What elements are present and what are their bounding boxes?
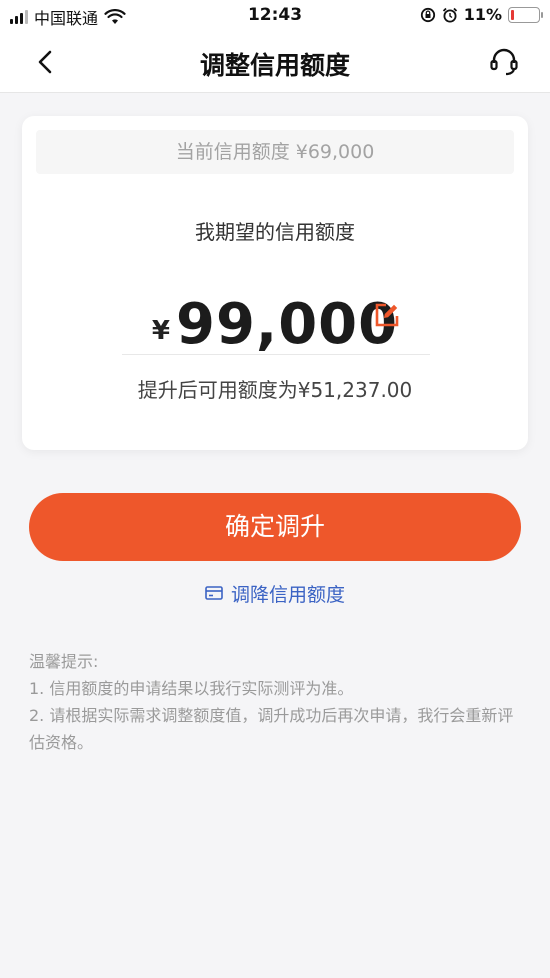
- currency-symbol: ¥: [151, 316, 170, 346]
- expected-amount[interactable]: 99,000: [176, 294, 398, 356]
- expected-limit-label: 我期望的信用额度: [195, 220, 355, 244]
- edit-icon[interactable]: [374, 302, 400, 328]
- screen: 中国联通 12:43 11% 调整信用额度 当前信用额度 ¥69,000 我期望…: [0, 0, 550, 978]
- current-limit: 当前信用额度 ¥69,000: [36, 130, 514, 174]
- credit-limit-card: 当前信用额度 ¥69,000 我期望的信用额度 ¥ 99,000 提升后可用额度…: [22, 116, 528, 450]
- tip-item: 2. 请根据实际需求调整额度值，调升成功后再次申请，我行会重新评估资格。: [29, 706, 514, 752]
- amount-underline: [122, 354, 430, 355]
- available-after-increase: 提升后可用额度为¥51,237.00: [137, 378, 413, 402]
- alarm-icon: [442, 7, 457, 22]
- amount-field[interactable]: ¥ 99,000: [22, 294, 528, 356]
- page-title: 调整信用额度: [199, 51, 350, 80]
- decrease-limit-link[interactable]: 调降信用额度: [0, 580, 550, 606]
- decrease-limit-label: 调降信用额度: [230, 583, 345, 606]
- tip-item: 1. 信用额度的申请结果以我行实际测评为准。: [29, 679, 354, 698]
- tips-section: 温馨提示: 1. 信用额度的申请结果以我行实际测评为准。 2. 请根据实际需求调…: [29, 648, 521, 756]
- confirm-increase-button[interactable]: 确定调升: [29, 493, 521, 561]
- card-icon: [205, 586, 223, 600]
- battery-icon: [508, 6, 543, 23]
- rotation-lock-icon: [420, 7, 435, 22]
- tips-title: 温馨提示:: [29, 652, 99, 671]
- customer-service-icon[interactable]: [488, 46, 520, 78]
- battery-percent: 11%: [463, 5, 502, 24]
- status-bar: 中国联通 12:43 11%: [0, 0, 550, 32]
- nav-bar: 调整信用额度: [0, 32, 550, 93]
- status-right: 11%: [420, 5, 543, 24]
